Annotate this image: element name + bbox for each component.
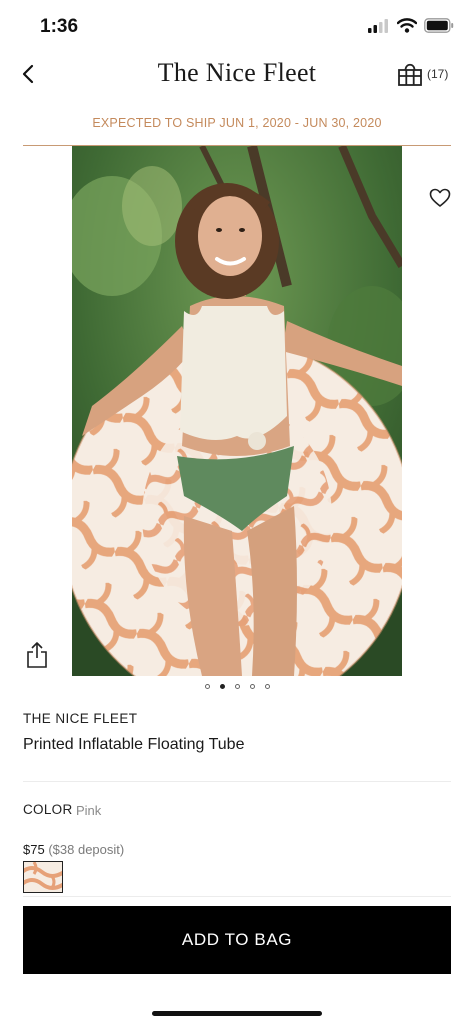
status-icons (368, 18, 454, 33)
product-image[interactable] (72, 146, 402, 676)
price-line: $75 ($38 deposit) (23, 842, 124, 857)
carousel-dot[interactable] (249, 684, 255, 689)
product-name: Printed Inflatable Floating Tube (23, 736, 245, 753)
share-button[interactable] (25, 641, 49, 669)
share-icon (27, 642, 47, 668)
wifi-icon (397, 18, 417, 33)
price: $75 (23, 842, 45, 857)
status-time: 1:36 (40, 16, 79, 37)
battery-icon (424, 18, 454, 33)
signal-icon (368, 18, 388, 33)
heart-icon (429, 188, 451, 207)
add-to-bag-button[interactable]: ADD TO BAG (23, 906, 451, 974)
color-swatch-pink[interactable] (23, 861, 63, 893)
carousel-dot[interactable] (234, 684, 240, 689)
color-value: Pink (76, 803, 102, 818)
shipping-notice: EXPECTED TO SHIP JUN 1, 2020 - JUN 30, 2… (92, 116, 382, 130)
color-label: COLOR (23, 802, 73, 817)
shopping-bag-button[interactable]: (17) (396, 60, 448, 88)
divider (23, 896, 451, 897)
carousel-dot-active[interactable] (219, 684, 225, 689)
bag-count-badge: (17) (427, 67, 449, 81)
favorite-button[interactable] (428, 186, 452, 210)
shopping-bag-icon (398, 63, 422, 86)
deposit-amount: ($38 deposit) (48, 842, 125, 857)
divider (23, 781, 451, 782)
carousel-dot[interactable] (204, 684, 210, 689)
brand-name: THE NICE FLEET (23, 711, 138, 726)
carousel-dot[interactable] (264, 684, 270, 689)
carousel-dots[interactable] (0, 684, 474, 689)
home-indicator[interactable] (152, 1011, 322, 1016)
